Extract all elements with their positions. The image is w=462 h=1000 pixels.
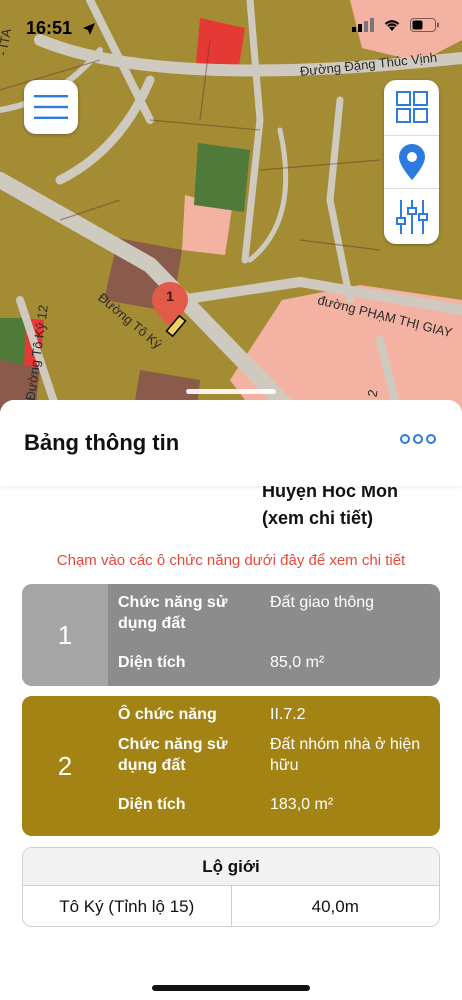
- info-value: 183,0 m²: [270, 796, 334, 813]
- info-row: Ô chức năng II.7.2: [108, 704, 440, 734]
- menu-button[interactable]: [24, 80, 78, 134]
- wifi-icon: [384, 20, 400, 31]
- road-width-cell: 40,0m: [230, 886, 440, 926]
- sheet-grabber[interactable]: [186, 389, 276, 394]
- sheet-header: Bảng thông tin: [0, 400, 462, 486]
- address-line: Huyện Hóc Môn: [262, 484, 399, 501]
- info-label: Ô chức năng: [118, 706, 217, 723]
- info-label: Diện tích: [118, 654, 186, 671]
- info-row: Diện tích 85,0 m²: [108, 652, 440, 673]
- hamburger-icon: [34, 95, 68, 119]
- road-name-cell: Tô Ký (Tỉnh lộ 15): [59, 896, 195, 916]
- card-index: 2: [22, 696, 108, 836]
- more-dot-icon: [413, 434, 423, 444]
- map-view[interactable]: Đường Đặng Thúc Vịnh Đường Tô Ký đường P…: [0, 0, 462, 420]
- layers-button[interactable]: [384, 80, 439, 134]
- signal-icon: [352, 18, 374, 32]
- filters-button[interactable]: [384, 190, 439, 244]
- location-arrow-icon: [83, 23, 95, 35]
- parcel-pin[interactable]: 1: [152, 282, 192, 338]
- status-time: 16:51: [26, 18, 73, 38]
- home-indicator: [152, 985, 310, 991]
- road-width-header: Lộ giới: [23, 848, 439, 886]
- function-card-2[interactable]: 2 Ô chức năng II.7.2 Chức năng sử dụng đ…: [22, 696, 440, 836]
- more-options-button[interactable]: [400, 434, 436, 444]
- table-row: Tô Ký (Tỉnh lộ 15) 40,0m: [23, 886, 440, 926]
- info-label: Diện tích: [118, 796, 186, 813]
- info-label: Chức năng sử dụng đất: [118, 736, 228, 774]
- my-location-button[interactable]: [384, 135, 439, 189]
- more-dot-icon: [426, 434, 436, 444]
- sliders-icon: [395, 200, 428, 234]
- info-value: 85,0 m²: [270, 654, 325, 671]
- info-value: Đất giao thông: [270, 594, 375, 611]
- map-tool-stack: [384, 80, 439, 244]
- instruction-text: Chạm vào các ô chức năng dưới đây để xem…: [56, 552, 406, 569]
- status-bar: 16:51: [0, 0, 462, 54]
- address-detail-link[interactable]: (xem chi tiết): [262, 508, 373, 529]
- function-card-1[interactable]: 1 Chức năng sử dụng đất Đất giao thông D…: [22, 584, 440, 686]
- battery-icon: [410, 18, 439, 32]
- info-label: Chức năng sử dụng đất: [118, 594, 228, 632]
- road-width-table: Lộ giới Tô Ký (Tỉnh lộ 15) 40,0m: [22, 847, 440, 927]
- info-row: Chức năng sử dụng đất Đất nhóm nhà ở hiệ…: [108, 734, 440, 794]
- more-dot-icon: [400, 434, 410, 444]
- location-pin-icon: [398, 144, 425, 180]
- info-row: Diện tích 183,0 m²: [108, 794, 440, 815]
- card-index: 1: [22, 584, 108, 686]
- info-value: Đất nhóm nhà ở hiện hữu: [270, 736, 421, 774]
- info-value: II.7.2: [270, 706, 306, 723]
- pin-number: 1: [166, 288, 174, 304]
- sheet-title: Bảng thông tin: [24, 430, 180, 455]
- info-sheet: Bảng thông tin Huyện Hóc Môn (xem chi ti…: [0, 400, 462, 1000]
- grid-icon: [395, 91, 428, 123]
- info-row: Chức năng sử dụng đất Đất giao thông: [108, 592, 440, 652]
